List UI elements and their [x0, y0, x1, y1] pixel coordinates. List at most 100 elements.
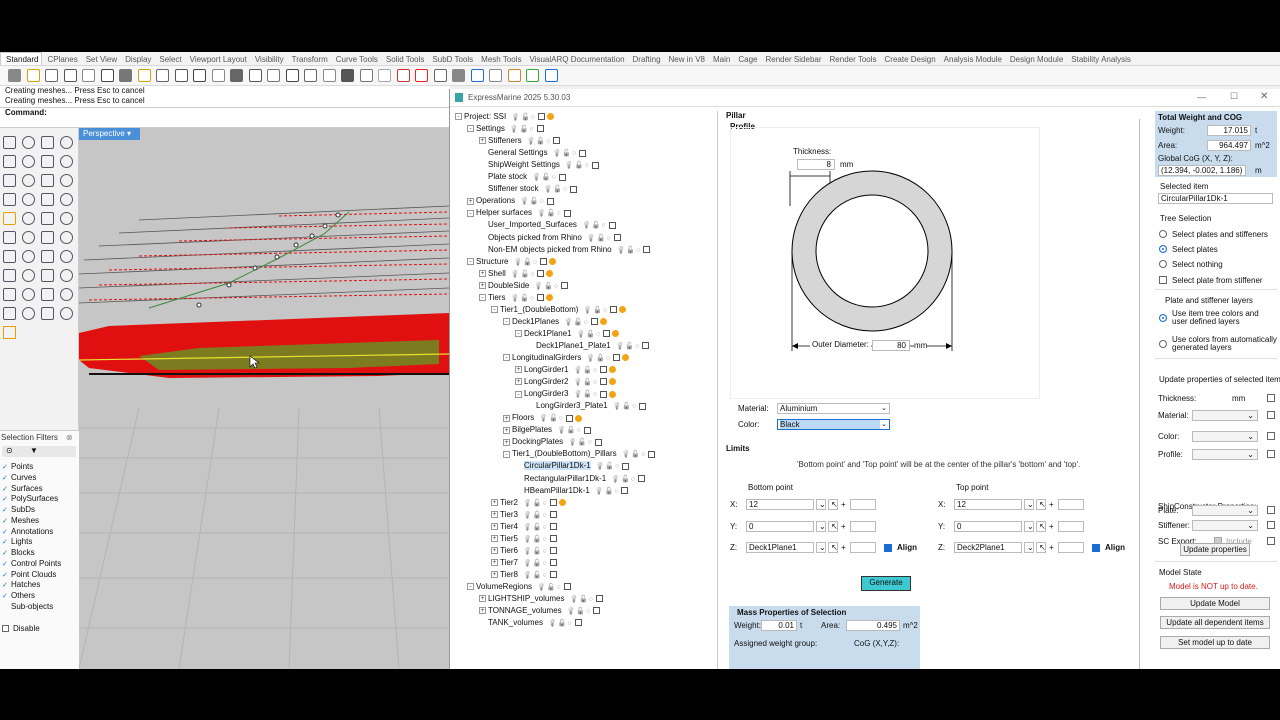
tree-expand-toggle-icon[interactable]: - — [479, 294, 486, 302]
selection-filter-item[interactable]: ✓ SubDs — [2, 505, 35, 514]
chevron-down-icon[interactable]: ⌄ — [816, 499, 826, 510]
tree-expand-toggle-icon[interactable]: - — [515, 390, 522, 398]
tree-node-tool-icons[interactable]: 💡🔓○ — [573, 390, 598, 400]
tree-node[interactable]: + Tier4 💡🔓○ — [491, 522, 557, 533]
tree-node-tool-icons[interactable]: 💡🔓○ — [532, 173, 557, 183]
tree-node-checkbox[interactable] — [563, 209, 571, 217]
tree-node-checkbox[interactable] — [549, 523, 557, 531]
tree-node-checkbox[interactable] — [549, 571, 557, 579]
toolbar-tool-icon[interactable] — [45, 69, 58, 82]
bottom-z-input[interactable]: Deck1Plane1 — [746, 542, 814, 553]
tree-expand-toggle-icon[interactable]: - — [467, 583, 474, 591]
tree-node-tool-icons[interactable]: 💡🔓○ — [587, 234, 612, 244]
chevron-down-icon[interactable]: ⌄ — [816, 542, 826, 553]
toolbar-tool-icon[interactable] — [26, 69, 40, 82]
toolbar-tool-icon[interactable] — [8, 69, 21, 82]
update-model-button[interactable]: Update Model — [1160, 597, 1270, 610]
tree-node-tool-icons[interactable]: 💡🔓○ — [520, 197, 545, 207]
selection-filter-item[interactable]: ✓ Control Points — [2, 559, 61, 568]
tree-node-checkbox[interactable] — [639, 402, 647, 410]
tree-node[interactable]: TANK_volumes 💡🔓○ — [479, 618, 582, 629]
selection-filter-item[interactable]: ✓ PolySurfaces — [2, 494, 58, 503]
tree-node-tool-icons[interactable]: 💡🔓○ — [569, 595, 594, 605]
property-apply-checkbox[interactable] — [1267, 411, 1275, 419]
tree-expand-toggle-icon[interactable]: - — [503, 450, 510, 458]
toolbar-tool-icon[interactable] — [341, 69, 354, 82]
tool-palette-icon[interactable] — [3, 136, 16, 149]
bottom-align-checkbox[interactable] — [884, 544, 892, 552]
tree-node[interactable]: - Tier1_(DoubleBottom)_Pillars 💡🔓○ — [503, 449, 656, 460]
filter-check-icon[interactable]: ✓ — [2, 506, 9, 514]
tree-node-checkbox[interactable] — [608, 221, 616, 229]
selection-filter-item[interactable]: ✓ Meshes — [2, 516, 39, 525]
toolbar-tool-icon[interactable] — [193, 69, 206, 82]
property-select[interactable]: ⌄ — [1192, 449, 1258, 460]
disable-checkbox[interactable]: Disable — [2, 624, 40, 633]
tree-expand-toggle-icon[interactable]: + — [479, 137, 486, 145]
toolbar-tool-icon[interactable] — [137, 69, 151, 82]
selection-filter-item[interactable]: ✓ Curves — [2, 473, 36, 482]
pick-point-icon[interactable]: ↖ — [828, 542, 838, 553]
ribbon-tab[interactable]: Create Design — [880, 53, 939, 65]
property-apply-checkbox[interactable] — [1267, 432, 1275, 440]
tree-node-checkbox[interactable] — [537, 113, 545, 121]
tree-expand-toggle-icon[interactable]: + — [467, 197, 474, 205]
toolbar-tool-icon[interactable] — [156, 69, 169, 82]
toolbar-tool-icon[interactable] — [248, 69, 262, 82]
tool-palette-icon[interactable] — [41, 136, 54, 149]
tree-node-tool-icons[interactable]: 💡🔓○ — [544, 185, 569, 195]
tree-expand-toggle-icon[interactable]: + — [479, 270, 486, 278]
tree-node[interactable]: + TONNAGE_volumes 💡🔓○ — [479, 606, 601, 617]
ribbon-tab[interactable]: Main — [708, 53, 733, 65]
tree-node[interactable]: - Helper surfaces 💡🔓○ — [467, 208, 571, 219]
tool-palette-icon[interactable] — [3, 288, 16, 301]
tree-node-tool-icons[interactable]: 💡🔓○ — [553, 149, 578, 159]
filter-funnel-icon[interactable]: ▼ — [30, 446, 38, 455]
tree-expand-toggle-icon[interactable]: + — [515, 378, 522, 386]
tree-node[interactable]: LongGirder3_Plate1 💡🔓○ — [527, 401, 647, 412]
toolbar-tool-icon[interactable] — [415, 69, 428, 82]
tree-node[interactable]: + Tier2 💡🔓○ — [491, 498, 566, 509]
tree-expand-toggle-icon[interactable]: + — [491, 571, 498, 579]
top-y-input[interactable]: 0 — [954, 521, 1022, 532]
tree-node-tool-icons[interactable]: 💡🔓○ — [527, 137, 552, 147]
tree-node[interactable]: + Tier8 💡🔓○ — [491, 570, 557, 581]
tree-node-checkbox[interactable] — [613, 354, 621, 362]
tree-node-tool-icons[interactable]: 💡🔓○ — [523, 511, 548, 521]
tool-palette-icon[interactable] — [60, 269, 73, 282]
tool-palette-icon[interactable] — [60, 193, 73, 206]
tree-node-tool-icons[interactable]: 💡🔓○ — [510, 125, 535, 135]
selection-filter-item[interactable]: ✓ Hatches — [2, 580, 40, 589]
tree-node-checkbox[interactable] — [637, 474, 645, 482]
minimize-icon[interactable]: — — [1197, 92, 1206, 102]
tree-expand-toggle-icon[interactable]: - — [467, 125, 474, 133]
tree-node[interactable]: - LongGirder3 💡🔓○ — [515, 389, 617, 400]
tree-node-checkbox[interactable] — [593, 607, 601, 615]
toolbar-tool-icon[interactable] — [322, 69, 336, 82]
ribbon-tab[interactable]: VisualARQ Documentation — [525, 53, 628, 65]
tool-palette-icon[interactable] — [60, 212, 73, 225]
tool-palette-icon[interactable] — [60, 155, 73, 168]
tool-palette-icon[interactable] — [41, 250, 54, 263]
property-select[interactable]: ⌄ — [1192, 431, 1258, 442]
tree-node-tool-icons[interactable]: 💡🔓○ — [616, 342, 641, 352]
tree-node-tool-icons[interactable]: 💡🔓○ — [577, 330, 602, 340]
tree-expand-toggle-icon[interactable]: + — [491, 523, 498, 531]
tree-node[interactable]: - Deck1Planes 💡🔓○ — [503, 317, 607, 328]
tool-palette-icon[interactable] — [60, 288, 73, 301]
tree-expand-toggle-icon[interactable]: + — [491, 559, 498, 567]
tree-expand-toggle-icon[interactable]: + — [479, 282, 486, 290]
tree-node-tool-icons[interactable]: 💡🔓○ — [539, 414, 564, 424]
tree-node-checkbox[interactable] — [536, 125, 544, 133]
radio-select-nothing[interactable] — [1159, 260, 1167, 268]
selection-filter-item[interactable]: ✓ Lights — [2, 537, 32, 546]
ribbon-tab[interactable]: SubD Tools — [427, 53, 476, 65]
tree-node-checkbox[interactable] — [591, 161, 599, 169]
selection-filter-item[interactable]: ✓ Annotations — [2, 527, 53, 536]
tree-node-tool-icons[interactable]: 💡🔓○ — [567, 607, 592, 617]
filter-check-icon[interactable]: ✓ — [2, 528, 9, 536]
tree-expand-toggle-icon[interactable]: + — [503, 414, 510, 422]
tree-node-checkbox[interactable] — [549, 535, 557, 543]
filter-check-icon[interactable]: ✓ — [2, 495, 9, 503]
disable-box[interactable] — [2, 625, 9, 633]
